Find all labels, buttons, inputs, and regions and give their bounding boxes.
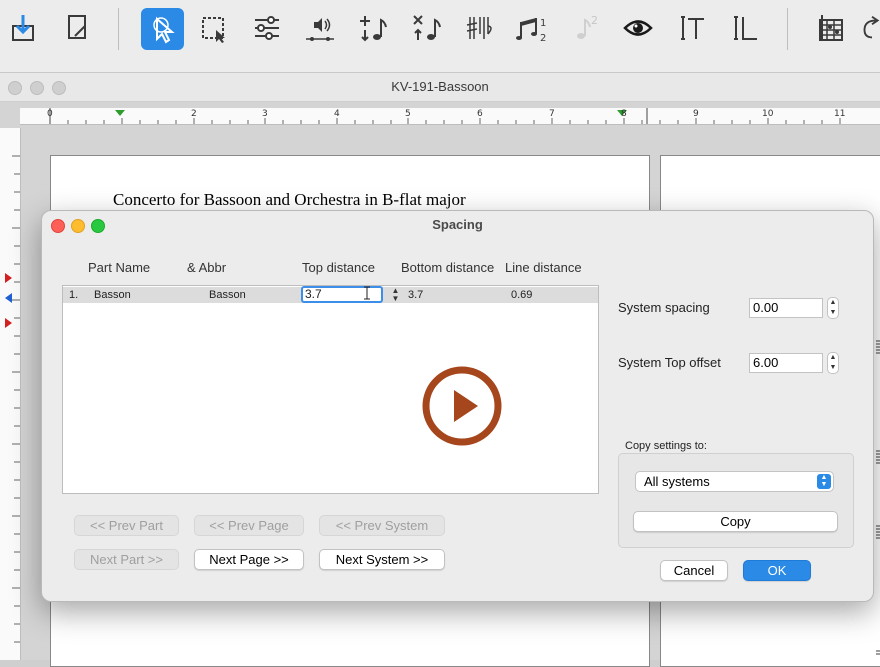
ruler-label: 9 <box>693 109 699 119</box>
ruler-label: 5 <box>405 109 411 119</box>
app-toolbar: 12 2 <box>0 0 880 73</box>
copy-target-select[interactable]: All systems ▲ ▼ <box>635 471 834 492</box>
horizontal-ruler[interactable]: 0 2 3 4 5 6 7 8 9 10 11 <box>20 108 880 125</box>
next-page-button[interactable]: Next Page >> <box>194 549 304 570</box>
download-icon[interactable] <box>3 8 43 48</box>
prev-part-button[interactable]: << Prev Part <box>74 515 179 536</box>
spacing-dialog: Spacing Part Name & Abbr Top distance Bo… <box>41 210 874 602</box>
ruler-ticks <box>5 155 20 643</box>
ruler-label: 8 <box>621 109 627 119</box>
system-spacing-stepper[interactable]: ▲ ▼ <box>827 297 839 319</box>
row-bottom-distance[interactable]: 3.7 <box>408 289 423 301</box>
next-part-button[interactable]: Next Part >> <box>74 549 179 570</box>
chord-grid-icon[interactable] <box>810 8 850 48</box>
edit-page-icon[interactable] <box>57 8 97 48</box>
svg-text:1: 1 <box>540 18 546 29</box>
pointer-select-icon[interactable] <box>141 8 184 50</box>
lyrics-tool-icon[interactable] <box>724 8 764 48</box>
column-header-abbr: & Abbr <box>187 260 227 275</box>
ruler-label: 6 <box>477 109 483 119</box>
toolbar-separator <box>787 8 788 50</box>
remove-note-icon[interactable] <box>406 8 446 48</box>
column-header-part-name: Part Name <box>88 260 151 275</box>
next-system-button[interactable]: Next System >> <box>319 549 445 570</box>
grace-note-number: 2 <box>591 14 598 27</box>
copy-settings-group: All systems ▲ ▼ Copy <box>618 453 854 548</box>
system-top-offset-input[interactable]: 6.00 <box>749 353 823 373</box>
table-row[interactable]: 1. Basson Basson 3.7 ▲ ▼ 3.7 0.69 <box>63 286 598 304</box>
vertical-ruler[interactable] <box>0 128 21 660</box>
ruler-label: 4 <box>334 109 340 119</box>
system-top-offset-label: System Top offset <box>618 355 721 370</box>
system-spacing-input[interactable]: 0.00 <box>749 298 823 318</box>
text-tool-icon[interactable] <box>671 8 711 48</box>
system-spacing-label: System spacing <box>618 300 710 315</box>
ruler-label: 11 <box>834 109 846 119</box>
score-title: Concerto for Bassoon and Orchestra in B-… <box>113 190 466 209</box>
ok-button[interactable]: OK <box>743 560 811 581</box>
parts-table[interactable]: 1. Basson Basson 3.7 ▲ ▼ 3.7 0.69 <box>62 285 599 494</box>
chevron-updown-icon: ▲ ▼ <box>817 474 831 489</box>
grace-note-icon[interactable]: 2 <box>565 8 605 48</box>
document-titlebar: KV-191-Bassoon <box>0 73 880 102</box>
dialog-title: Spacing <box>432 217 483 232</box>
row-index: 1. <box>69 289 79 301</box>
ruler-ticks <box>49 108 841 124</box>
toolbar-separator <box>118 8 119 50</box>
prev-system-button[interactable]: << Prev System <box>319 515 445 536</box>
accidentals-icon[interactable] <box>459 8 499 48</box>
sliders-icon[interactable] <box>247 8 287 48</box>
ruler-label: 7 <box>549 109 555 119</box>
copy-settings-label: Copy settings to: <box>625 440 707 452</box>
top-distance-stepper[interactable]: ▲ ▼ <box>391 287 400 304</box>
cancel-button[interactable]: Cancel <box>660 560 728 581</box>
row-line-distance[interactable]: 0.69 <box>511 289 532 301</box>
undo-icon[interactable] <box>857 8 880 48</box>
column-header-line-distance: Line distance <box>505 260 582 275</box>
document-title: KV-191-Bassoon <box>391 79 489 94</box>
copy-button[interactable]: Copy <box>633 511 838 532</box>
column-header-top-distance: Top distance <box>302 260 375 275</box>
playback-note-icon[interactable] <box>300 8 340 48</box>
tuplet-icon[interactable]: 12 <box>512 8 552 48</box>
ruler-label: 10 <box>762 109 774 119</box>
ruler-label: 2 <box>191 109 197 119</box>
play-video-icon[interactable] <box>422 366 502 446</box>
text-cursor-icon <box>364 286 370 300</box>
ruler-label: 3 <box>262 109 268 119</box>
column-header-bottom-distance: Bottom distance <box>401 260 495 275</box>
prev-page-button[interactable]: << Prev Page <box>194 515 304 536</box>
svg-text:2: 2 <box>540 33 546 44</box>
eye-icon[interactable] <box>618 8 658 48</box>
marquee-select-icon[interactable] <box>194 8 234 48</box>
row-part-name: Basson <box>94 289 131 301</box>
ruler-label: 0 <box>47 109 53 119</box>
system-top-offset-stepper[interactable]: ▲ ▼ <box>827 352 839 374</box>
add-note-icon[interactable] <box>353 8 393 48</box>
copy-target-value: All systems <box>644 474 710 489</box>
row-abbr: Basson <box>209 289 246 301</box>
